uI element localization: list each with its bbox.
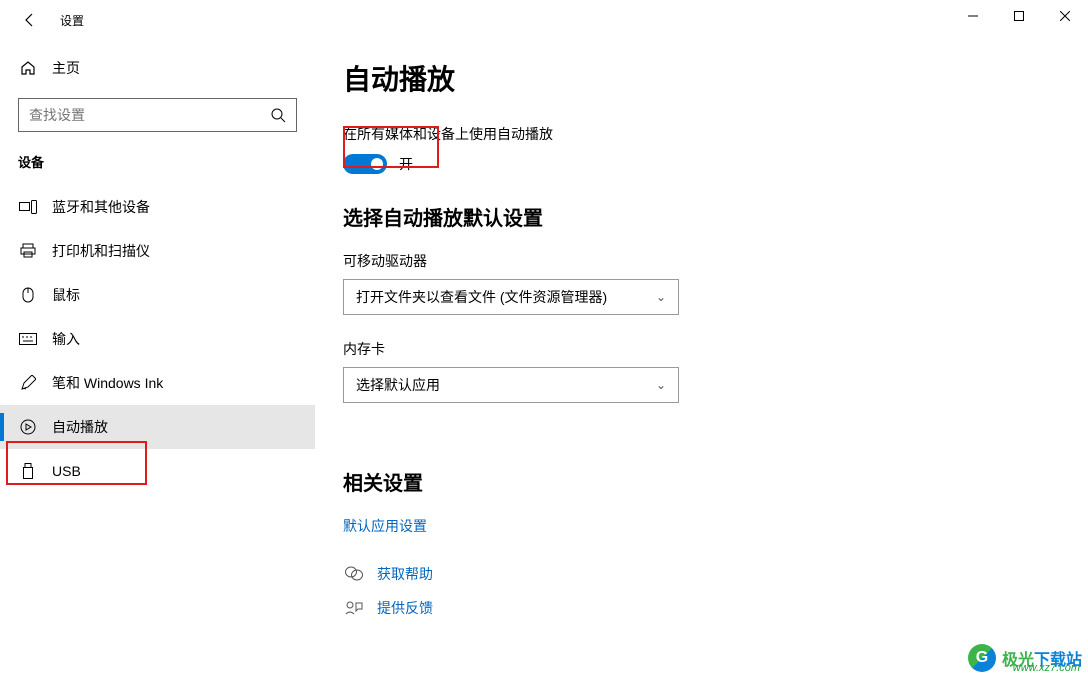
removable-drive-dropdown[interactable]: 打开文件夹以查看文件 (文件资源管理器) ⌄	[343, 279, 679, 315]
sidebar-item-pen[interactable]: 笔和 Windows Ink	[0, 361, 315, 405]
sidebar-item-label: USB	[52, 463, 81, 479]
maximize-button[interactable]	[996, 0, 1042, 32]
sidebar-item-bluetooth[interactable]: 蓝牙和其他设备	[0, 185, 315, 229]
defaults-section-title: 选择自动播放默认设置	[343, 202, 1060, 231]
pen-icon	[18, 375, 38, 391]
give-feedback-link[interactable]: 提供反馈	[377, 598, 433, 618]
devices-icon	[18, 200, 38, 214]
home-label: 主页	[52, 58, 80, 78]
dropdown-value: 打开文件夹以查看文件 (文件资源管理器)	[356, 287, 607, 307]
memory-card-label: 内存卡	[343, 339, 1060, 359]
sidebar-item-usb[interactable]: USB	[0, 449, 315, 493]
search-input[interactable]	[29, 107, 270, 123]
keyboard-icon	[18, 333, 38, 345]
printer-icon	[18, 243, 38, 259]
sidebar-item-label: 鼠标	[52, 285, 80, 305]
search-input-container[interactable]	[18, 98, 297, 132]
sidebar-item-label: 打印机和扫描仪	[52, 241, 150, 261]
usb-icon	[18, 463, 38, 479]
sidebar-item-printers[interactable]: 打印机和扫描仪	[0, 229, 315, 273]
toggle-description: 在所有媒体和设备上使用自动播放	[343, 124, 1060, 144]
toggle-knob	[371, 158, 383, 170]
sidebar: 主页 设备 蓝牙和其他设备 打印机和扫描仪 鼠标 输	[0, 40, 315, 674]
toggle-state-label: 开	[399, 154, 413, 174]
home-icon	[18, 60, 38, 76]
minimize-button[interactable]	[950, 0, 996, 32]
sidebar-item-label: 笔和 Windows Ink	[52, 373, 163, 393]
close-button[interactable]	[1042, 0, 1088, 32]
watermark: G 极光下载站 www.xz7.com	[968, 644, 1082, 672]
autoplay-icon	[18, 419, 38, 435]
sidebar-item-autoplay[interactable]: 自动播放	[0, 405, 315, 449]
chevron-down-icon: ⌄	[656, 378, 666, 392]
removable-drive-label: 可移动驱动器	[343, 251, 1060, 271]
sidebar-item-label: 输入	[52, 329, 80, 349]
memory-card-dropdown[interactable]: 选择默认应用 ⌄	[343, 367, 679, 403]
autoplay-toggle[interactable]	[343, 154, 387, 174]
sidebar-item-label: 蓝牙和其他设备	[52, 197, 150, 217]
main-content: 自动播放 在所有媒体和设备上使用自动播放 开 选择自动播放默认设置 可移动驱动器…	[315, 40, 1088, 674]
back-button[interactable]	[18, 8, 42, 32]
related-section-title: 相关设置	[343, 467, 1060, 496]
help-icon	[343, 566, 365, 582]
home-link[interactable]: 主页	[18, 50, 297, 86]
chevron-down-icon: ⌄	[656, 290, 666, 304]
sidebar-item-typing[interactable]: 输入	[0, 317, 315, 361]
feedback-icon	[343, 600, 365, 616]
sidebar-item-mouse[interactable]: 鼠标	[0, 273, 315, 317]
get-help-link[interactable]: 获取帮助	[377, 564, 433, 584]
mouse-icon	[18, 287, 38, 303]
window-title: 设置	[60, 12, 84, 29]
default-apps-link[interactable]: 默认应用设置	[343, 516, 1060, 536]
sidebar-item-label: 自动播放	[52, 417, 108, 437]
sidebar-section-label: 设备	[18, 152, 297, 171]
watermark-logo-icon: G	[968, 644, 996, 672]
dropdown-value: 选择默认应用	[356, 375, 440, 395]
search-icon	[270, 107, 286, 123]
page-title: 自动播放	[343, 58, 1060, 98]
watermark-url: www.xz7.com	[1013, 662, 1080, 674]
